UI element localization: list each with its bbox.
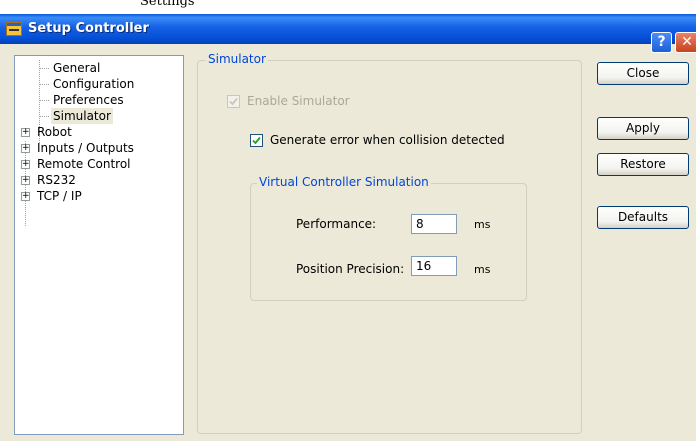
tree-item-label: General xyxy=(53,61,101,75)
generate-error-label: Generate error when collision detected xyxy=(270,133,505,147)
simulator-group-title: Simulator xyxy=(206,52,268,66)
title-bar[interactable]: Setup Controller ? ✕ xyxy=(0,14,696,53)
defaults-button[interactable]: Defaults xyxy=(597,206,689,229)
tree-connector xyxy=(39,100,49,101)
window-title: Setup Controller xyxy=(28,21,149,36)
expand-icon[interactable]: + xyxy=(21,144,30,153)
tree-item-label: TCP / IP xyxy=(37,189,82,203)
close-button[interactable]: Close xyxy=(597,62,689,85)
expand-icon[interactable]: + xyxy=(21,176,30,185)
performance-unit: ms xyxy=(474,218,491,231)
help-button[interactable]: ? xyxy=(651,32,672,53)
virtual-controller-simulation-group: Virtual Controller Simulation xyxy=(250,175,527,301)
close-window-button[interactable]: ✕ xyxy=(675,32,696,53)
tree-item-inputs-outputs[interactable]: + Inputs / Outputs xyxy=(15,140,175,156)
position-precision-input[interactable] xyxy=(411,256,457,276)
performance-label: Performance: xyxy=(296,217,377,231)
generate-error-check-icon xyxy=(250,134,263,147)
performance-input[interactable] xyxy=(411,214,457,234)
tree-item-label: Preferences xyxy=(53,93,124,107)
background-caption: Settings xyxy=(140,0,195,9)
tree-connector xyxy=(39,68,49,69)
app-icon xyxy=(6,22,22,36)
vcs-group-title: Virtual Controller Simulation xyxy=(257,175,431,189)
tree-item-remote-control[interactable]: + Remote Control xyxy=(15,156,175,172)
tree-item-label: RS232 xyxy=(37,173,76,187)
background-caption-strip: Settings xyxy=(0,0,696,14)
tree-item-tcp-ip[interactable]: + TCP / IP xyxy=(15,188,175,204)
expand-icon[interactable]: + xyxy=(21,128,30,137)
apply-button[interactable]: Apply xyxy=(597,117,689,140)
tree-item-label: Remote Control xyxy=(37,157,131,171)
setup-controller-dialog: Settings Setup Controller ? ✕ General Co… xyxy=(0,0,696,441)
restore-button[interactable]: Restore xyxy=(597,153,689,176)
tree-item-robot[interactable]: + Robot xyxy=(15,124,175,140)
tree-item-label: Inputs / Outputs xyxy=(37,141,134,155)
settings-tree[interactable]: General Configuration Preferences Simula… xyxy=(14,55,184,435)
position-precision-unit: ms xyxy=(474,263,491,276)
tree-connector xyxy=(39,84,49,85)
tree-connector xyxy=(39,116,49,117)
expand-icon[interactable]: + xyxy=(21,192,30,201)
enable-simulator-label: Enable Simulator xyxy=(247,94,350,108)
position-precision-label: Position Precision: xyxy=(296,262,405,276)
tree-item-label: Robot xyxy=(37,125,72,139)
enable-simulator-check-icon xyxy=(227,95,240,108)
tree-item-rs232[interactable]: + RS232 xyxy=(15,172,175,188)
tree-item-label: Simulator xyxy=(51,108,113,124)
expand-icon[interactable]: + xyxy=(21,160,30,169)
tree-item-label: Configuration xyxy=(53,77,135,91)
